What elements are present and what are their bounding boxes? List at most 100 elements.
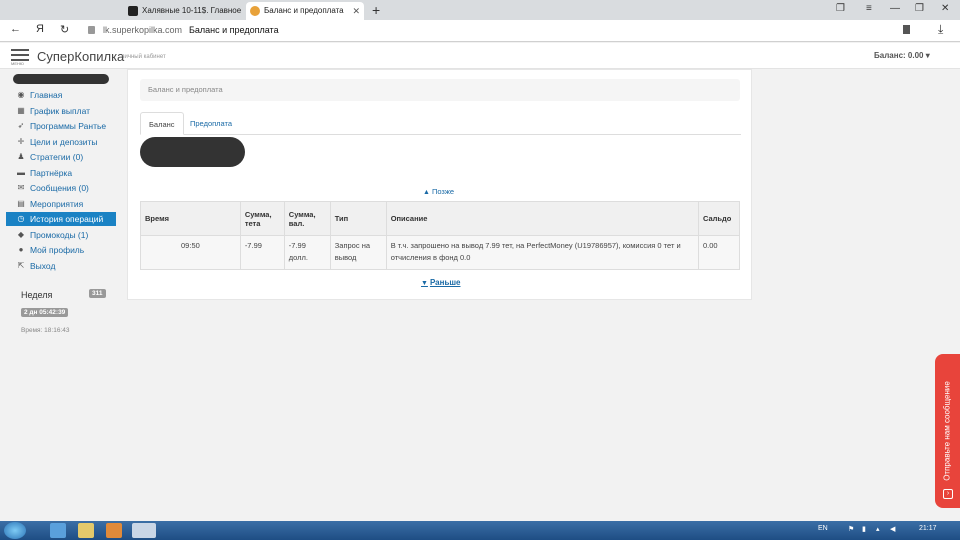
signal-icon[interactable]: ▴ xyxy=(876,525,880,533)
tab-manager-icon[interactable]: ❐ xyxy=(836,3,845,14)
menu-caption: МЕНЮ xyxy=(11,61,24,66)
sidebar-item-label: Промокоды (1) xyxy=(30,229,89,240)
volume-icon[interactable]: ◀ xyxy=(890,525,895,533)
menu-icon[interactable]: ≡ xyxy=(866,3,872,14)
week-label: Неделя xyxy=(21,290,53,300)
sidebar: ◉ Главная ▦ График выплат ➶ Программы Рантье ✛… xyxy=(0,69,124,521)
browser-tabbar: Халявные 10-11$. Главное Баланс и предоп… xyxy=(0,0,960,20)
earlier-link[interactable]: ▼ Раньше xyxy=(421,278,460,287)
tab-title: Халявные 10-11$. Главное xyxy=(142,6,242,15)
yandex-button[interactable]: Я xyxy=(36,23,44,35)
network-icon[interactable]: ▮ xyxy=(862,525,866,533)
restore-icon[interactable]: ❐ xyxy=(915,3,924,14)
address-bar[interactable]: ← Я ↻ lk.superkopilka.com Баланс и предо… xyxy=(0,20,960,42)
balance-dropdown[interactable]: Баланс: 0.00 ▾ xyxy=(874,51,930,60)
sidebar-item[interactable]: ▦ График выплат xyxy=(6,104,116,118)
url-page-title[interactable]: Баланс и предоплата xyxy=(189,25,279,35)
cell-time: 09:50 xyxy=(140,235,241,270)
sidebar-item[interactable]: ● Мой профиль xyxy=(6,243,116,257)
close-tab-icon[interactable]: ✕ xyxy=(352,2,360,20)
cell-type: Запрос на вывод xyxy=(329,235,387,270)
sidebar-item[interactable]: ➶ Программы Рантье xyxy=(6,119,116,133)
clock[interactable]: 21:17 xyxy=(919,525,937,532)
sidebar-item-label: Программы Рантье xyxy=(30,121,107,131)
operations-table: Время Сумма, тета Сумма, вал. Тип Описан… xyxy=(140,201,741,270)
col-description: Описание xyxy=(385,201,699,236)
sidebar-item-label: История операций xyxy=(30,214,104,224)
sidebar-item[interactable]: ♟ Стратегии (0) xyxy=(6,150,116,164)
sidebar-item[interactable]: ◉ Главная xyxy=(6,88,116,102)
film-icon: ▤ xyxy=(17,198,25,208)
yandex-browser-icon[interactable] xyxy=(132,523,156,538)
exit-icon: ⇱ xyxy=(17,260,25,270)
sidebar-item[interactable]: ▬ Партнёрка xyxy=(6,166,116,180)
bookmark-icon[interactable] xyxy=(903,25,910,34)
crosshair-icon: ✛ xyxy=(17,136,25,146)
new-tab-button[interactable]: + xyxy=(372,2,380,18)
app-header: МЕНЮ СуперКопилка личный кабинет Баланс:… xyxy=(0,43,960,69)
brand-subtitle: личный кабинет xyxy=(121,54,166,60)
sidebar-item[interactable]: ◷ История операций xyxy=(6,212,116,226)
sidebar-item[interactable]: ✛ Цели и депозиты xyxy=(6,135,116,149)
sidebar-item-label: Стратегии (0) xyxy=(30,152,84,162)
browser-tab[interactable]: Халявные 10-11$. Главное xyxy=(124,2,244,20)
cell-sum-teta: -7.99 xyxy=(239,235,285,270)
clock-icon: ◷ xyxy=(17,214,25,223)
tab-balance[interactable]: Баланс xyxy=(140,112,184,135)
sidebar-item-label: График выплат xyxy=(30,105,91,116)
earlier-label: Раньше xyxy=(429,278,461,287)
later-label: Позже xyxy=(431,187,455,196)
dashboard-icon: ◉ xyxy=(17,90,25,99)
sidebar-item-label: Мой профиль xyxy=(30,245,85,255)
strategy-icon: ♟ xyxy=(17,152,25,161)
sidebar-item[interactable]: ▤ Мероприятия xyxy=(6,197,116,211)
chevron-up-icon: ▲ xyxy=(423,189,430,196)
user-name-redacted xyxy=(13,74,109,84)
lock-icon xyxy=(88,26,95,34)
sidebar-item-label: Главная xyxy=(30,90,63,100)
close-window-icon[interactable]: ✕ xyxy=(941,3,949,14)
sidebar-item[interactable]: ⇱ Выход xyxy=(6,259,116,273)
user-icon: ● xyxy=(18,245,24,254)
cell-description: В т.ч. запрошено на вывод 7.99 тет, на P… xyxy=(385,235,699,270)
url-domain[interactable]: lk.superkopilka.com xyxy=(103,25,182,35)
site-favicon-icon xyxy=(250,6,260,16)
main-panel: Баланс и предоплата Баланс Предоплата ▲ П… xyxy=(127,69,752,300)
start-button[interactable] xyxy=(4,522,26,539)
later-link[interactable]: ▲ Позже xyxy=(423,187,454,196)
tab-title: Баланс и предоплата xyxy=(264,6,344,15)
hamburger-menu-icon[interactable] xyxy=(11,49,29,61)
ie-icon[interactable] xyxy=(50,523,66,538)
rocket-icon: ➶ xyxy=(17,121,25,130)
col-saldo: Сальдо xyxy=(697,201,741,236)
calendar-icon: ▦ xyxy=(17,105,25,115)
reload-button[interactable]: ↻ xyxy=(60,23,69,36)
site-favicon-icon xyxy=(128,6,138,16)
table-header-row: Время Сумма, тета Сумма, вал. Тип Описан… xyxy=(140,201,741,236)
folder-icon[interactable] xyxy=(78,523,94,538)
language-indicator[interactable]: EN xyxy=(818,525,828,532)
sidebar-item[interactable]: ◆ Промокоды (1) xyxy=(6,228,116,242)
flag-icon[interactable]: ⚑ xyxy=(848,525,854,533)
envelope-icon: ✉ xyxy=(17,183,25,192)
feedback-button[interactable]: Отправьте нам сообщение › xyxy=(935,354,960,508)
browser-tab-active[interactable]: Баланс и предоплата ✕ xyxy=(246,2,364,20)
redacted-block xyxy=(140,137,245,167)
sidebar-item-label: Цели и депозиты xyxy=(30,136,98,147)
col-sum-teta: Сумма, тета xyxy=(239,201,285,236)
chevron-down-icon: ▼ xyxy=(421,280,428,287)
sidebar-item[interactable]: ✉ Сообщения (0) xyxy=(6,181,116,195)
sidebar-item-label: Сообщения (0) xyxy=(30,183,89,193)
download-icon[interactable]: ⤓ xyxy=(938,22,943,37)
breadcrumb: Баланс и предоплата xyxy=(140,79,740,101)
col-sum-val: Сумма, вал. xyxy=(283,201,331,236)
back-button[interactable]: ← xyxy=(10,23,21,35)
table-row: 09:50 -7.99 -7.99 долл. Запрос на вывод … xyxy=(140,235,741,270)
media-player-icon[interactable] xyxy=(106,523,122,538)
briefcase-icon: ▬ xyxy=(17,167,25,177)
cell-sum-val: -7.99 долл. xyxy=(283,235,331,270)
minimize-icon[interactable]: — xyxy=(890,3,900,14)
sidebar-item-label: Мероприятия xyxy=(30,198,84,209)
brand-logo[interactable]: СуперКопилка xyxy=(37,49,124,64)
tab-prepayment[interactable]: Предоплата xyxy=(182,112,240,135)
